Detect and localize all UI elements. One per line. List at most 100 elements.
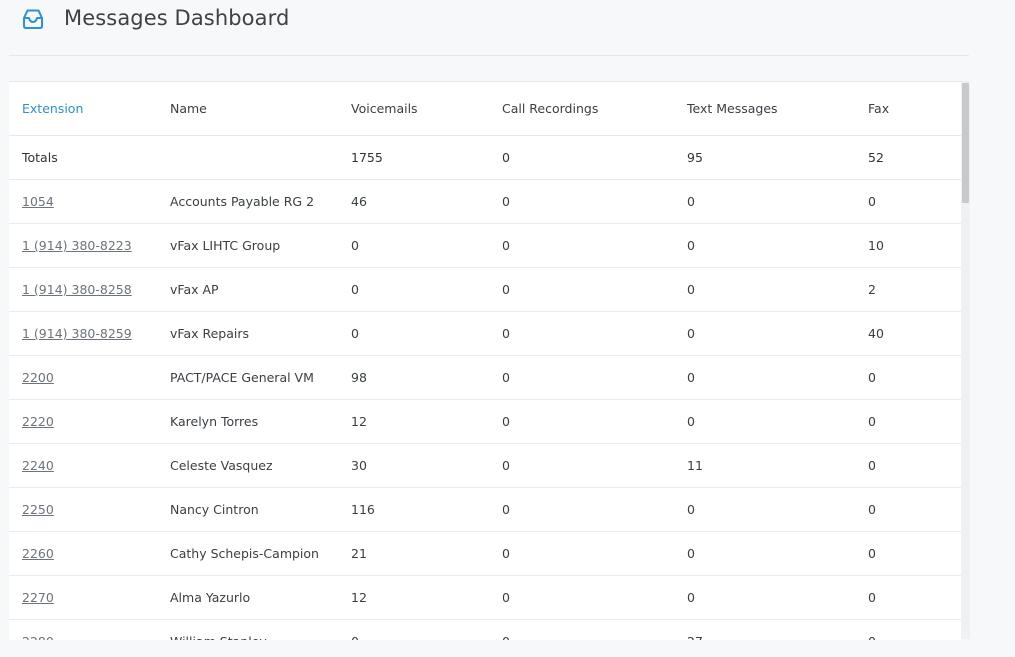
cell-name: vFax AP [157, 267, 338, 312]
cell-extension: 1 (914) 380-8259 [9, 311, 157, 356]
cell-text-messages: 0 [674, 531, 855, 576]
cell-voicemails: 21 [338, 531, 489, 576]
totals-row: Totals 1755 0 95 52 [9, 135, 961, 180]
cell-extension: 2250 [9, 487, 157, 532]
cell-extension: 2220 [9, 399, 157, 444]
cell-fax: 0 [855, 487, 961, 532]
column-header-fax[interactable]: Fax [855, 82, 961, 136]
cell-call-recordings: 0 [489, 179, 674, 224]
cell-text-messages: 0 [674, 575, 855, 620]
extension-link[interactable]: 1054 [22, 194, 54, 209]
cell-extension: 2240 [9, 443, 157, 488]
table-row: 2220 Karelyn Torres 12 0 0 0 [9, 399, 961, 444]
cell-text-messages: 27 [674, 619, 855, 640]
cell-text-messages: 11 [674, 443, 855, 488]
cell-fax: 0 [855, 575, 961, 620]
cell-name: Karelyn Torres [157, 399, 338, 444]
table-row: 1 (914) 380-8223 vFax LIHTC Group 0 0 0 10 [9, 223, 961, 268]
cell-text-messages: 0 [674, 487, 855, 532]
cell-fax: 0 [855, 443, 961, 488]
extension-link[interactable]: 2220 [22, 414, 54, 429]
totals-call-recordings: 0 [489, 135, 674, 180]
cell-fax: 2 [855, 267, 961, 312]
cell-fax: 10 [855, 223, 961, 268]
cell-call-recordings: 0 [489, 619, 674, 640]
extension-link[interactable]: 1 (914) 380-8258 [22, 282, 132, 297]
cell-voicemails: 116 [338, 487, 489, 532]
column-header-call-recordings[interactable]: Call Recordings [489, 82, 674, 136]
cell-extension: 2270 [9, 575, 157, 620]
extension-link[interactable]: 2250 [22, 502, 54, 517]
cell-voicemails: 12 [338, 575, 489, 620]
table-row: 2260 Cathy Schepis-Campion 21 0 0 0 [9, 531, 961, 576]
column-header-voicemails[interactable]: Voicemails [338, 82, 489, 136]
cell-fax: 40 [855, 311, 961, 356]
cell-extension: 2260 [9, 531, 157, 576]
extension-link[interactable]: 2260 [22, 546, 54, 561]
cell-extension: 1054 [9, 179, 157, 224]
cell-name: PACT/PACE General VM [157, 355, 338, 400]
extension-link[interactable]: 2240 [22, 458, 54, 473]
extension-link[interactable]: 2200 [22, 370, 54, 385]
table-row: 1 (914) 380-8258 vFax AP 0 0 0 2 [9, 267, 961, 312]
cell-call-recordings: 0 [489, 575, 674, 620]
table-row: 2280William Stanley00270 [9, 619, 961, 640]
totals-name [157, 135, 338, 180]
cell-text-messages: 0 [674, 179, 855, 224]
cell-voicemails: 0 [338, 311, 489, 356]
table-row: 1 (914) 380-8259 vFax Repairs 0 0 0 40 [9, 311, 961, 356]
extension-link[interactable]: 1 (914) 380-8259 [22, 326, 132, 341]
table-row: 1054 Accounts Payable RG 2 46 0 0 0 [9, 179, 961, 224]
cell-name: Accounts Payable RG 2 [157, 179, 338, 224]
cell-extension: 2280 [9, 619, 157, 640]
extension-link[interactable]: 2280 [22, 634, 54, 640]
cell-voicemails: 0 [338, 619, 489, 640]
totals-text-messages: 95 [674, 135, 855, 180]
cell-name: William Stanley [157, 619, 338, 640]
cell-name: vFax LIHTC Group [157, 223, 338, 268]
column-header-name[interactable]: Name [157, 82, 338, 136]
extension-link[interactable]: 2270 [22, 590, 54, 605]
cell-call-recordings: 0 [489, 223, 674, 268]
cell-name: Alma Yazurlo [157, 575, 338, 620]
cell-voicemails: 46 [338, 179, 489, 224]
column-header-text-messages[interactable]: Text Messages [674, 82, 855, 136]
cell-extension: 1 (914) 380-8258 [9, 267, 157, 312]
scrollbar-thumb[interactable] [962, 83, 969, 203]
cell-name: Cathy Schepis-Campion [157, 531, 338, 576]
cell-call-recordings: 0 [489, 443, 674, 488]
cell-text-messages: 0 [674, 355, 855, 400]
table-row: 2200 PACT/PACE General VM 98 0 0 0 [9, 355, 961, 400]
cell-fax: 0 [855, 619, 961, 640]
cell-voicemails: 30 [338, 443, 489, 488]
messages-table: Extension Name Voicemails Call Recording… [9, 82, 961, 640]
cell-name: Celeste Vasquez [157, 443, 338, 488]
cell-fax: 0 [855, 179, 961, 224]
cell-voicemails: 98 [338, 355, 489, 400]
inbox-icon [20, 6, 46, 32]
cell-fax: 0 [855, 399, 961, 444]
table-scrollbar[interactable] [961, 81, 970, 639]
page-title: Messages Dashboard [64, 6, 290, 30]
cell-call-recordings: 0 [489, 531, 674, 576]
cell-call-recordings: 0 [489, 311, 674, 356]
cell-extension: 1 (914) 380-8223 [9, 223, 157, 268]
cell-call-recordings: 0 [489, 267, 674, 312]
cell-call-recordings: 0 [489, 355, 674, 400]
extension-link[interactable]: 1 (914) 380-8223 [22, 238, 132, 253]
cell-call-recordings: 0 [489, 399, 674, 444]
cell-voicemails: 0 [338, 223, 489, 268]
totals-fax: 52 [855, 135, 961, 180]
cell-voicemails: 12 [338, 399, 489, 444]
totals-voicemails: 1755 [338, 135, 489, 180]
column-header-extension[interactable]: Extension [9, 82, 157, 136]
cell-name: vFax Repairs [157, 311, 338, 356]
table-row: 2250 Nancy Cintron 116 0 0 0 [9, 487, 961, 532]
cell-name: Nancy Cintron [157, 487, 338, 532]
cell-fax: 0 [855, 531, 961, 576]
cell-call-recordings: 0 [489, 487, 674, 532]
cell-voicemails: 0 [338, 267, 489, 312]
cell-text-messages: 0 [674, 311, 855, 356]
cell-text-messages: 0 [674, 223, 855, 268]
table-row: 2270 Alma Yazurlo 12 0 0 0 [9, 575, 961, 620]
